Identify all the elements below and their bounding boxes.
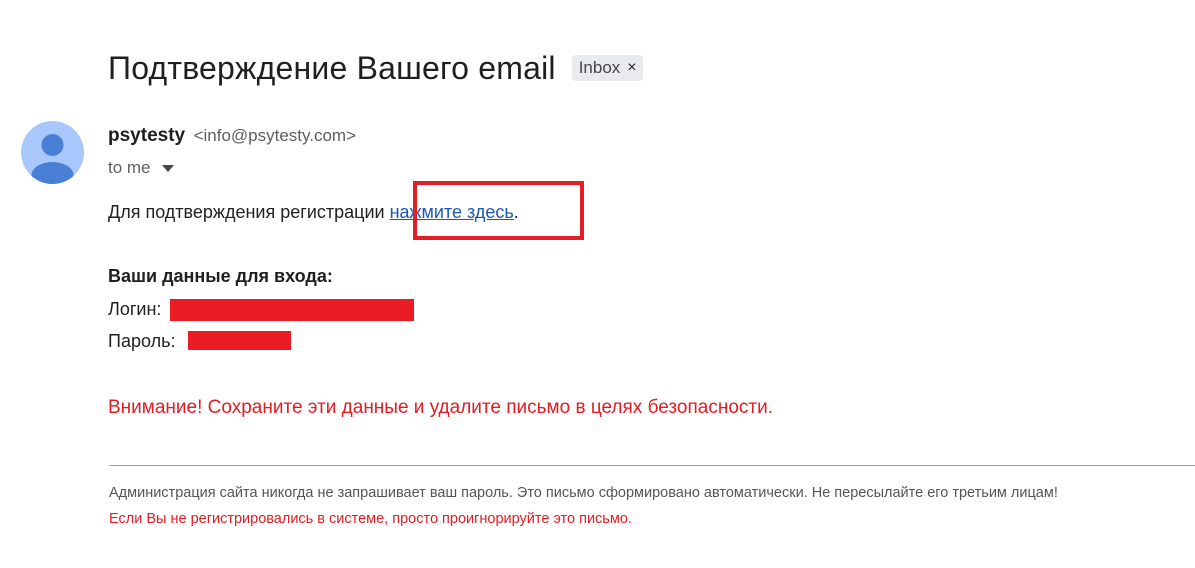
email-subject: Подтверждение Вашего email — [108, 50, 556, 86]
sender-avatar[interactable] — [21, 121, 84, 184]
sender-name[interactable]: psytesty — [108, 125, 185, 146]
credentials-heading: Ваши данные для входа: — [108, 266, 333, 286]
highlight-annotation — [413, 181, 584, 240]
person-icon — [31, 134, 74, 184]
password-redaction — [188, 331, 291, 350]
password-label: Пароль: — [108, 331, 176, 351]
footer-note: Администрация сайта никогда не запрашива… — [109, 485, 1058, 501]
inbox-label-text: Inbox — [578, 58, 621, 77]
inbox-label-chip[interactable]: Inbox × — [571, 55, 643, 81]
confirm-text: Для подтверждения регистрации — [108, 202, 390, 222]
login-redaction — [170, 299, 414, 321]
sender-row: psytesty <info@psytesty.com> — [108, 125, 356, 147]
footer-warning: Если Вы не регистрировались в системе, п… — [109, 511, 632, 527]
footer-divider — [109, 465, 1195, 466]
close-icon[interactable]: × — [627, 55, 636, 81]
recipient-row: to me — [108, 158, 174, 178]
recipient-label: to me — [108, 158, 151, 177]
security-warning: Внимание! Сохраните эти данные и удалите… — [108, 397, 773, 418]
subject-row: Подтверждение Вашего email Inbox × — [108, 46, 643, 90]
login-label: Логин: — [108, 299, 162, 319]
chevron-down-icon[interactable] — [161, 165, 174, 172]
sender-email: <info@psytesty.com> — [193, 126, 357, 145]
